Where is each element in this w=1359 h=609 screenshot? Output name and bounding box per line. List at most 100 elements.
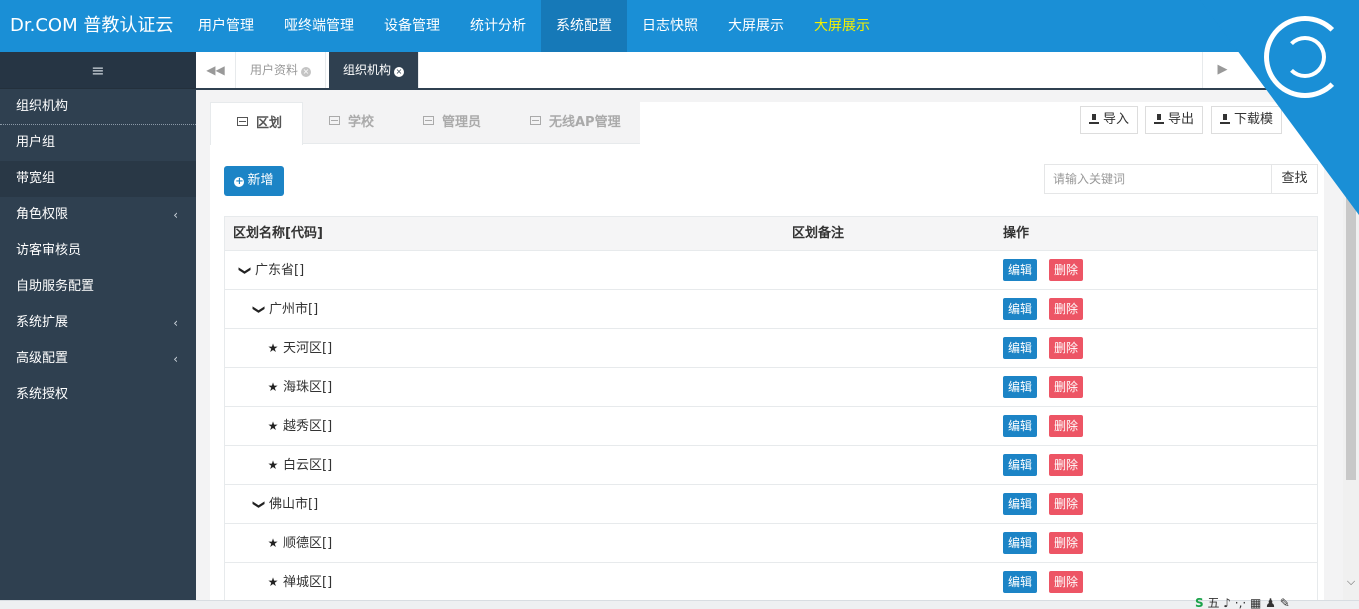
delete-button[interactable]: 删除 (1049, 376, 1084, 398)
top-navigation: 用户管理 哑终端管理 设备管理 统计分析 系统配置 日志快照 大屏展示 大屏展示 (183, 0, 885, 52)
table-row: ★ 越秀区[] 编辑 删除 (225, 407, 1317, 446)
subtab-admin[interactable]: 管理员 (397, 102, 504, 144)
list-icon (423, 116, 434, 125)
sidebar-item-label: 角色权限 (16, 207, 69, 222)
export-button[interactable]: 导出 (1145, 106, 1204, 134)
star-icon: ★ (267, 458, 279, 472)
subtab-label: 区划 (256, 116, 283, 131)
main-content: 区划 学校 管理员 无线AP管理 导入 导出 下载模 +新增 查找 (196, 90, 1343, 609)
table-row: ❯ 佛山市[] 编辑 删除 (225, 485, 1317, 524)
sidebar-item[interactable]: 带宽组 (0, 161, 196, 197)
delete-button[interactable]: 删除 (1049, 415, 1084, 437)
edit-button[interactable]: 编辑 (1003, 337, 1038, 359)
star-icon: ★ (267, 536, 279, 550)
subtab-label: 无线AP管理 (549, 115, 621, 130)
page-tab-organization[interactable]: 组织机构 × (329, 52, 420, 88)
column-header-remark: 区划备注 (792, 226, 845, 241)
edit-button[interactable]: 编辑 (1003, 493, 1038, 515)
district-name-cell: ★ 海珠区[] (267, 368, 333, 407)
delete-button[interactable]: 删除 (1049, 454, 1084, 476)
edit-button[interactable]: 编辑 (1003, 376, 1038, 398)
sidebar-item[interactable]: 访客审核员 (0, 233, 196, 269)
import-label: 导入 (1103, 112, 1130, 127)
close-icon[interactable]: × (301, 67, 312, 77)
sidebar-item[interactable]: 组织机构 (0, 89, 196, 125)
table-row: ★ 顺德区[] 编辑 删除 (225, 524, 1317, 563)
close-icon[interactable]: × (394, 67, 405, 77)
sidebar-item[interactable]: 系统扩展 ‹ (0, 305, 196, 341)
sidebar-item-label: 用户组 (16, 135, 56, 150)
top-nav-item[interactable]: 日志快照 (627, 0, 713, 52)
content-panel: 区划 学校 管理员 无线AP管理 导入 导出 下载模 +新增 查找 (210, 102, 1324, 609)
sidebar-item[interactable]: 用户组 (0, 125, 196, 161)
sidebar-item-label: 高级配置 (16, 351, 69, 366)
sidebar-item[interactable]: 自助服务配置 (0, 269, 196, 305)
delete-button[interactable]: 删除 (1049, 571, 1084, 593)
page-tab-strip: ◀◀ 用户资料 × 组织机构 × ▶ (196, 52, 1359, 90)
sidebar-item[interactable]: 系统授权 (0, 377, 196, 413)
import-button[interactable]: 导入 (1080, 106, 1139, 134)
subtab-district[interactable]: 区划 (210, 102, 303, 145)
subtab-label: 学校 (348, 115, 375, 130)
top-nav-item[interactable]: 哑终端管理 (269, 0, 369, 52)
subtab-school[interactable]: 学校 (303, 102, 397, 144)
scroll-down-icon[interactable]: ⌵ (1343, 575, 1359, 589)
top-nav-item[interactable]: 大屏展示 (713, 0, 799, 52)
delete-button[interactable]: 删除 (1049, 337, 1084, 359)
edit-button[interactable]: 编辑 (1003, 259, 1038, 281)
edit-button[interactable]: 编辑 (1003, 415, 1038, 437)
chevron-down-icon[interactable]: ❯ (240, 304, 279, 316)
delete-button[interactable]: 删除 (1049, 493, 1084, 515)
add-new-button[interactable]: + 新增 (224, 166, 284, 196)
star-icon: ★ (267, 419, 279, 433)
table-header: 区划名称[代码] 区划备注 操作 (225, 217, 1317, 251)
brand-title: Dr.COM 普教认证云 (10, 15, 174, 36)
page-tab-label: 用户资料 (250, 63, 299, 77)
table-row: ❯ 广州市[] 编辑 删除 (225, 290, 1317, 329)
chevron-down-icon[interactable]: ❯ (226, 265, 265, 277)
star-icon: ★ (267, 341, 279, 355)
sogou-ime-icon[interactable]: S (1195, 596, 1204, 609)
district-name: 顺德区[] (283, 536, 333, 551)
column-header-actions: 操作 (1003, 226, 1030, 241)
subtab-wireless-ap[interactable]: 无线AP管理 (504, 102, 640, 144)
table-body: ❯ 广东省[] 编辑 删除 ❯ 广州市[] 编辑 删除 ★ 天河区[] 编辑 删除 ★ 海珠区[] 编辑 删除… (225, 251, 1317, 602)
delete-button[interactable]: 删除 (1049, 298, 1084, 320)
sidebar-item[interactable]: 高级配置 ‹ (0, 341, 196, 377)
table-row: ★ 海珠区[] 编辑 删除 (225, 368, 1317, 407)
sidebar-item-label: 系统授权 (16, 387, 69, 402)
district-name: 禅城区[] (283, 575, 333, 590)
edit-button[interactable]: 编辑 (1003, 571, 1038, 593)
district-name-cell[interactable]: ❯ 广州市[] (253, 290, 319, 329)
export-icon (1154, 114, 1164, 124)
delete-button[interactable]: 删除 (1049, 259, 1084, 281)
top-nav-item[interactable]: 系统配置 (541, 0, 627, 52)
corner-badge (1200, 0, 1359, 215)
sub-tabs: 区划 学校 管理员 无线AP管理 (210, 102, 640, 145)
menu-toggle-icon[interactable]: ≡ (0, 52, 196, 89)
page-tab-user-profile[interactable]: 用户资料 × (236, 52, 327, 88)
sidebar-item-label: 组织机构 (16, 99, 69, 114)
ime-toolbar[interactable]: S 五 ♪ ·,· ▦ ♟ ✎ (1195, 594, 1359, 609)
scrollbar-thumb[interactable] (1346, 190, 1356, 480)
chevron-down-icon[interactable]: ❯ (240, 499, 279, 511)
top-nav-item[interactable]: 大屏展示 (799, 0, 885, 52)
delete-button[interactable]: 删除 (1049, 532, 1084, 554)
sidebar: ≡ 组织机构 用户组 带宽组 角色权限 ‹ 访客审核员 自助服务配置 系统扩展 ‹ 高级配置 ‹ 系统… (0, 52, 196, 609)
top-nav-item[interactable]: 用户管理 (183, 0, 269, 52)
chevron-left-icon: ‹ (173, 316, 178, 330)
district-table: 区划名称[代码] 区划备注 操作 ❯ 广东省[] 编辑 删除 ❯ 广州市[] 编辑 删除 ★ 天河… (224, 216, 1318, 602)
edit-button[interactable]: 编辑 (1003, 454, 1038, 476)
sidebar-item[interactable]: 角色权限 ‹ (0, 197, 196, 233)
district-name-cell[interactable]: ❯ 佛山市[] (253, 485, 319, 524)
star-icon: ★ (267, 380, 279, 394)
edit-button[interactable]: 编辑 (1003, 532, 1038, 554)
plus-circle-icon: + (234, 176, 245, 187)
top-nav-item[interactable]: 设备管理 (369, 0, 455, 52)
tab-scroll-left-icon[interactable]: ◀◀ (196, 52, 236, 88)
district-name: 越秀区[] (283, 419, 333, 434)
edit-button[interactable]: 编辑 (1003, 298, 1038, 320)
top-nav-item[interactable]: 统计分析 (455, 0, 541, 52)
district-name-cell[interactable]: ❯ 广东省[] (239, 251, 305, 290)
sidebar-item-label: 自助服务配置 (16, 279, 95, 294)
